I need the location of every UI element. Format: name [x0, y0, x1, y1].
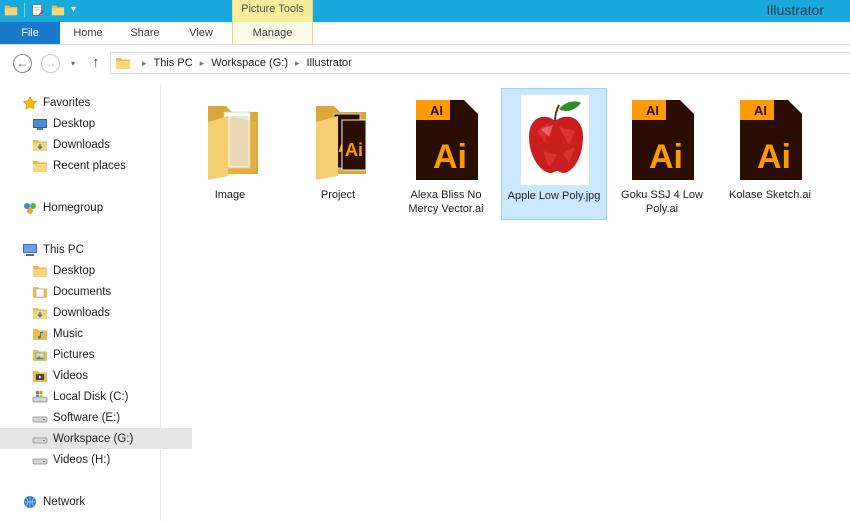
forward-button[interactable]: →	[41, 54, 60, 73]
illustrator-file-icon: AI Ai	[416, 100, 478, 180]
pictures-icon	[32, 348, 48, 362]
file-list: Image Ai Ai Project AI Ai Alexa Bliss No…	[161, 84, 850, 521]
quick-access-toolbar: ▾	[4, 3, 76, 17]
sidebar-item-label: Recent places	[53, 159, 126, 172]
svg-text:Ai: Ai	[345, 140, 363, 160]
navigation-bar: ← → ▾ ↑ ▸ This PC ▸ Workspace (G:) ▸ Ill…	[0, 45, 850, 83]
file-name: Kolase Sketch.ai	[729, 189, 811, 201]
folder-icon	[208, 106, 258, 180]
file-item-goku-ai[interactable]: AI Ai Goku SSJ 4 Low Poly.ai	[609, 88, 715, 220]
file-item-apple-jpg[interactable]: Apple Low Poly.jpg	[501, 88, 607, 220]
drive-icon	[32, 432, 48, 446]
folder-icon[interactable]	[4, 3, 18, 17]
properties-icon[interactable]	[31, 3, 45, 17]
star-icon	[22, 96, 38, 110]
up-button[interactable]: ↑	[92, 54, 100, 72]
desktop-folder-icon	[32, 264, 48, 278]
sidebar-item-label: Pictures	[53, 348, 95, 361]
sidebar-item-homegroup[interactable]: Homegroup	[0, 197, 182, 218]
file-name: Project	[320, 189, 356, 201]
customize-qat-dropdown[interactable]: ▾	[71, 3, 76, 17]
sidebar-item-label: This PC	[43, 243, 84, 256]
file-name: Image	[214, 189, 246, 201]
illustrator-file-icon: AI Ai	[632, 100, 694, 180]
videos-icon	[32, 369, 48, 383]
folder-with-files-icon: Ai Ai	[316, 106, 367, 180]
address-bar[interactable]: ▸ This PC ▸ Workspace (G:) ▸ Illustrator	[110, 52, 850, 74]
ai-glyph-text: Ai	[757, 138, 791, 176]
music-icon	[32, 327, 48, 341]
breadcrumb-illustrator[interactable]: Illustrator	[307, 57, 352, 69]
breadcrumb-separator[interactable]: ▸	[200, 58, 205, 69]
tab-manage[interactable]: Manage	[232, 22, 313, 44]
documents-icon	[32, 285, 48, 299]
back-button[interactable]: ←	[13, 54, 32, 73]
breadcrumb-workspace[interactable]: Workspace (G:)	[211, 57, 288, 69]
ai-badge-text: AI	[754, 103, 767, 118]
sidebar-item-label: Homegroup	[43, 201, 104, 214]
recent-locations-dropdown[interactable]: ▾	[71, 59, 75, 68]
breadcrumb-separator[interactable]: ▸	[295, 58, 300, 69]
file-name: Goku SSJ 4 Low Poly.ai	[621, 189, 703, 215]
downloads-icon	[32, 138, 48, 152]
title-bar: ▾ Picture Tools Illustrator	[0, 0, 850, 22]
tab-share[interactable]: Share	[118, 22, 172, 44]
file-item-alexa-ai[interactable]: AI Ai Alexa Bliss No Mercy Vector.ai	[393, 88, 499, 220]
file-name: Alexa Bliss No Mercy Vector.ai	[408, 189, 484, 215]
drive-icon	[32, 453, 48, 467]
sidebar-item-network[interactable]: Network	[0, 491, 182, 512]
sidebar-item-label: Documents	[53, 285, 112, 298]
tab-home[interactable]: Home	[62, 22, 114, 44]
sidebar-item-this-pc[interactable]: This PC	[0, 239, 182, 260]
sidebar-item-label: Downloads	[53, 306, 110, 319]
ai-glyph-text: Ai	[433, 138, 467, 176]
breadcrumb-separator[interactable]: ▸	[142, 58, 147, 69]
system-drive-icon	[32, 390, 48, 404]
ai-badge-text: AI	[430, 103, 443, 118]
breadcrumb-this-pc[interactable]: This PC	[154, 57, 193, 69]
sidebar-item-label: Software (E:)	[53, 411, 121, 424]
window-title: Illustrator	[766, 2, 824, 18]
ribbon-tabs: File Home Share View Manage	[0, 22, 850, 45]
file-item-project-folder[interactable]: Ai Ai Project	[285, 88, 391, 220]
homegroup-icon	[22, 201, 38, 215]
sidebar-item-label: Videos	[53, 369, 88, 382]
desktop-icon	[32, 117, 48, 131]
sidebar-item-label: Favorites	[43, 96, 91, 109]
tab-file[interactable]: File	[0, 22, 60, 44]
apple-thumbnail-icon	[521, 95, 589, 185]
computer-icon	[22, 243, 38, 257]
sidebar-item-label: Videos (H:)	[53, 453, 111, 466]
picture-tools-context-label: Picture Tools	[232, 0, 313, 22]
sidebar-item-label: Desktop	[53, 264, 96, 277]
sidebar-item-label: Desktop	[53, 117, 96, 130]
file-name: Apple Low Poly.jpg	[507, 190, 601, 202]
sidebar-item-label: Workspace (G:)	[53, 432, 134, 445]
file-item-image-folder[interactable]: Image	[177, 88, 283, 220]
sidebar-item-label: Music	[53, 327, 84, 340]
navigation-pane: Favorites Desktop Downloads Recent place…	[0, 84, 192, 521]
ai-badge-text: AI	[646, 103, 659, 118]
sidebar-item-label: Downloads	[53, 138, 110, 151]
ai-glyph-text: Ai	[649, 138, 683, 176]
tab-view[interactable]: View	[176, 22, 226, 44]
sidebar-item-label: Local Disk (C:)	[53, 390, 129, 403]
drive-icon	[32, 411, 48, 425]
sidebar-item-favorites[interactable]: Favorites	[0, 92, 182, 113]
recent-places-icon	[32, 159, 48, 173]
network-icon	[22, 495, 38, 509]
sidebar-item-label: Network	[43, 495, 86, 508]
qat-separator	[24, 3, 25, 17]
new-folder-icon[interactable]	[51, 3, 65, 17]
file-item-kolase-ai[interactable]: AI Ai Kolase Sketch.ai	[717, 88, 823, 220]
illustrator-file-icon: AI Ai	[740, 100, 802, 180]
downloads-icon	[32, 306, 48, 320]
folder-icon	[115, 56, 131, 70]
